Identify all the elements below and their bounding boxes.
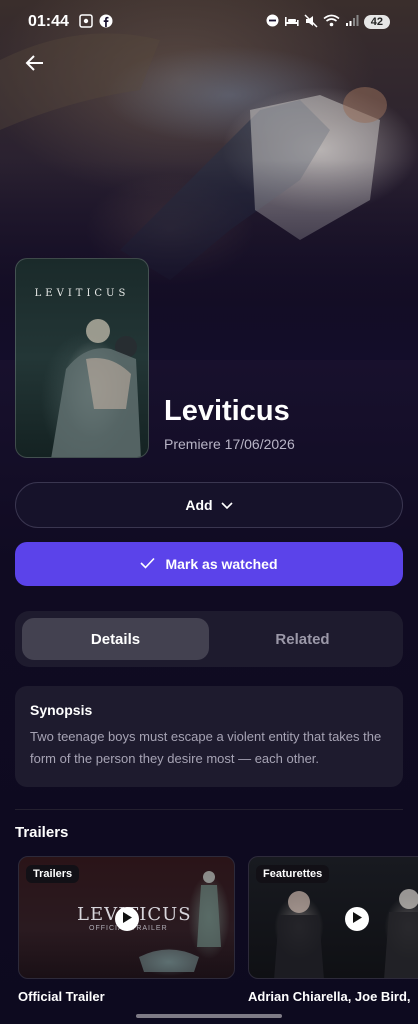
add-button[interactable]: Add xyxy=(15,482,403,528)
facebook-icon xyxy=(99,14,113,31)
wifi-icon xyxy=(323,14,340,30)
mark-as-watched-label: Mark as watched xyxy=(165,556,278,572)
battery-indicator: 42 xyxy=(363,15,390,29)
movie-poster: LEVITICUS xyxy=(15,258,149,458)
home-indicator[interactable] xyxy=(136,1014,282,1018)
featurette-badge: Featurettes xyxy=(256,865,330,883)
movie-title: Leviticus xyxy=(164,395,290,427)
section-divider xyxy=(15,809,403,810)
movie-detail-screen: 01:44 42 LEVITICUS Leviticus Premiere 17… xyxy=(0,0,418,1024)
play-icon xyxy=(352,910,362,928)
trailer-badge: Trailers xyxy=(26,865,80,883)
premiere-date: Premiere 17/06/2026 xyxy=(164,436,295,452)
tab-details[interactable]: Details xyxy=(22,618,209,660)
featurette-card[interactable]: Featurettes xyxy=(248,856,418,979)
tab-related[interactable]: Related xyxy=(209,618,396,660)
synopsis-title: Synopsis xyxy=(30,702,93,718)
status-time: 01:44 xyxy=(28,13,69,30)
synopsis-text: Two teenage boys must escape a violent e… xyxy=(30,729,382,766)
check-icon xyxy=(140,556,156,572)
signal-icon xyxy=(345,14,359,30)
dnd-icon xyxy=(266,14,279,30)
status-right-icons: 42 xyxy=(266,13,390,31)
screenshot-icon xyxy=(79,13,93,31)
chevron-down-icon xyxy=(221,497,233,513)
back-button[interactable] xyxy=(20,50,50,80)
trailers-section-title: Trailers xyxy=(15,824,69,841)
status-bar: 01:44 42 xyxy=(0,0,418,44)
play-button[interactable] xyxy=(115,907,139,931)
mark-as-watched-button[interactable]: Mark as watched xyxy=(15,542,403,586)
add-label: Add xyxy=(185,497,213,513)
bed-icon xyxy=(284,15,299,30)
featurette-caption: Adrian Chiarella, Joe Bird, xyxy=(248,989,411,1004)
trailer-caption: Official Trailer xyxy=(18,989,105,1004)
tab-bar: Details Related xyxy=(15,611,403,667)
arrow-left-icon xyxy=(25,54,45,76)
mute-icon xyxy=(304,13,318,31)
synopsis-card: Synopsis Two teenage boys must escape a … xyxy=(15,686,403,787)
status-left-icons xyxy=(79,13,113,31)
poster-figures xyxy=(51,319,141,457)
play-icon xyxy=(122,910,132,928)
play-button[interactable] xyxy=(345,907,369,931)
trailer-card[interactable]: Trailers LEVITICUS OFFICIAL TRAILER xyxy=(18,856,235,979)
